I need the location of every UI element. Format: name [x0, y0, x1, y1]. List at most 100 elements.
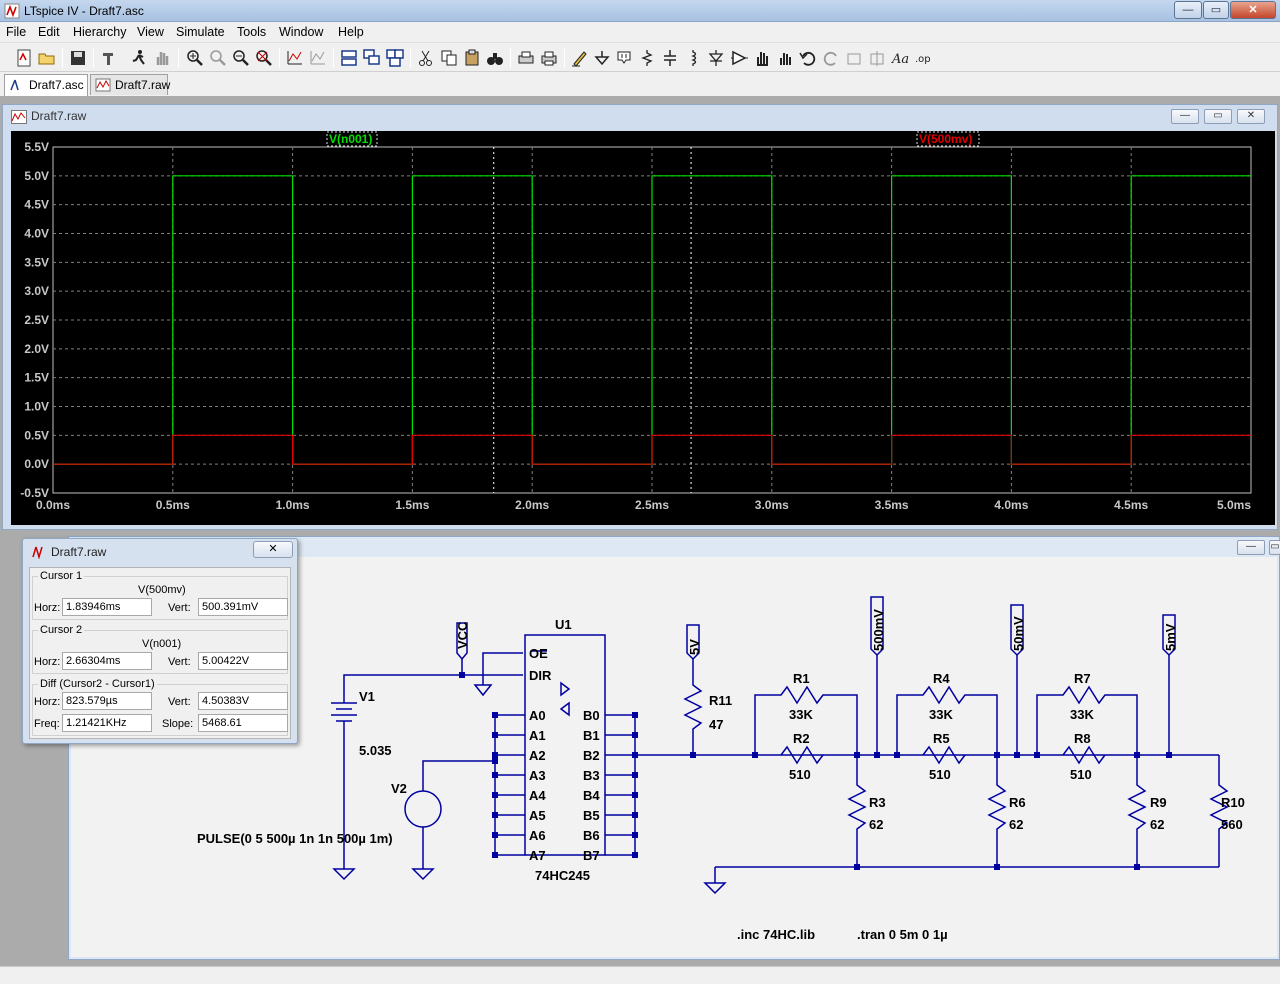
ltspice-dialog-icon [32, 546, 43, 559]
v1-value: 5.035 [359, 743, 392, 758]
menu-hierarchy[interactable]: Hierarchy [73, 25, 127, 39]
x-tick-label: 1.0ms [276, 498, 310, 512]
capacitor-icon[interactable] [660, 48, 680, 68]
cursor-dialog-close-button[interactable]: ✕ [253, 541, 293, 558]
status-bar [0, 966, 1280, 984]
menu-edit[interactable]: Edit [38, 25, 60, 39]
flag-50mv-label: 50mV [1011, 616, 1026, 651]
resistor-icon[interactable] [637, 48, 657, 68]
tile-vertical-icon[interactable] [385, 48, 405, 68]
label-net-icon[interactable] [614, 48, 634, 68]
save-icon[interactable] [68, 48, 88, 68]
menu-simulate[interactable]: Simulate [176, 25, 225, 39]
delete-trace-icon[interactable] [308, 48, 328, 68]
paste-icon[interactable] [462, 48, 482, 68]
r3-label: R3 [869, 795, 886, 810]
menu-window[interactable]: Window [279, 25, 323, 39]
zoom-in-icon[interactable] [185, 48, 205, 68]
trace-label-0[interactable]: V(n001) [329, 132, 372, 146]
tile-horizontal-icon[interactable] [339, 48, 359, 68]
diff-vert-field[interactable]: 4.50383V [198, 692, 288, 710]
cursor2-horz-field[interactable]: 2.66304ms [62, 652, 152, 670]
cascade-icon[interactable] [362, 48, 382, 68]
text-icon[interactable]: Aa [890, 48, 910, 68]
run-icon[interactable] [129, 48, 149, 68]
waveform-close-button[interactable]: ✕ [1237, 109, 1265, 124]
r1-value: 33K [789, 707, 813, 722]
pin-b6: B6 [583, 828, 600, 843]
redo-icon[interactable] [821, 48, 841, 68]
cursor2-vert-field[interactable]: 5.00422V [198, 652, 288, 670]
r9-label: R9 [1150, 795, 1167, 810]
y-tick-label: 4.0V [24, 227, 49, 241]
print-setup-icon[interactable] [516, 48, 536, 68]
copy-icon[interactable] [439, 48, 459, 68]
x-tick-label: 3.5ms [875, 498, 909, 512]
tran-directive[interactable]: .tran 0 5m 0 1µ [857, 927, 948, 942]
waveform-plot[interactable]: 0.0ms 0.5ms 1.0ms 1.5ms 2.0ms 2.5ms 3.0ms 3.5ms… [11, 131, 1275, 525]
x-tick-label: 2.0ms [515, 498, 549, 512]
spice-directive-icon[interactable]: .op [913, 48, 933, 68]
window-title: LTspice IV - Draft7.asc [24, 4, 144, 18]
maximize-button[interactable]: ▭ [1203, 1, 1229, 19]
control-panel-hammer-icon[interactable] [99, 48, 119, 68]
r8-label: R8 [1074, 731, 1091, 746]
menu-tools[interactable]: Tools [237, 25, 266, 39]
diff-freq-field[interactable]: 1.21421KHz [62, 714, 152, 732]
cut-icon[interactable] [416, 48, 436, 68]
new-schematic-icon[interactable] [14, 48, 34, 68]
y-tick-label: 4.5V [24, 198, 49, 212]
schematic-restore-button[interactable]: ▭ [1269, 540, 1280, 555]
mirror-icon[interactable] [867, 48, 887, 68]
r1-label: R1 [793, 671, 810, 686]
inductor-icon[interactable] [683, 48, 703, 68]
rotate-icon[interactable] [844, 48, 864, 68]
zoom-full-icon[interactable] [254, 48, 274, 68]
pin-b1: B1 [583, 728, 600, 743]
autorange-icon[interactable] [285, 48, 305, 68]
y-tick-label: -0.5V [20, 486, 49, 500]
diff-horz-field[interactable]: 823.579µs [62, 692, 152, 710]
diff-slope-field[interactable]: 5468.61 [198, 714, 288, 732]
minimize-button[interactable]: — [1174, 1, 1202, 19]
cursor-dialog-body: Cursor 1 V(500mv) Horz: 1.83946ms Vert: … [29, 567, 291, 739]
halt-hand-icon[interactable] [152, 48, 172, 68]
menu-help[interactable]: Help [338, 25, 364, 39]
waveform-restore-button[interactable]: ▭ [1204, 109, 1232, 124]
x-tick-label: 4.5ms [1114, 498, 1148, 512]
draw-wire-pencil-icon[interactable] [570, 48, 590, 68]
schematic-minimize-button[interactable]: — [1237, 540, 1265, 555]
tab-draft7-raw[interactable]: Draft7.raw [90, 74, 170, 95]
ltspice-app-icon [4, 3, 20, 19]
svg-text:Aa: Aa [891, 52, 909, 67]
y-tick-label: 5.0V [24, 169, 49, 183]
pan-icon[interactable] [208, 48, 228, 68]
find-binoculars-icon[interactable] [485, 48, 505, 68]
menu-bar: File Edit Hierarchy View Simulate Tools … [0, 22, 1280, 42]
cursor1-horz-field[interactable]: 1.83946ms [62, 598, 152, 616]
move-hand-icon[interactable] [752, 48, 772, 68]
ground-icon[interactable] [592, 48, 612, 68]
print-icon[interactable] [539, 48, 559, 68]
trace-label-1[interactable]: V(500mv) [919, 132, 972, 146]
r11-label: R11 [709, 693, 732, 708]
v2-pulse-value: PULSE(0 5 500µ 1n 1n 500µ 1m) [197, 831, 393, 846]
component-icon[interactable] [729, 48, 749, 68]
inc-directive[interactable]: .inc 74HC.lib [737, 927, 815, 942]
menu-view[interactable]: View [137, 25, 164, 39]
undo-icon[interactable] [798, 48, 818, 68]
r4-value: 33K [929, 707, 953, 722]
tab-draft7-asc[interactable]: Draft7.asc [4, 74, 88, 96]
drag-hand-icon[interactable] [775, 48, 795, 68]
diode-icon[interactable] [706, 48, 726, 68]
cursor1-vert-field[interactable]: 500.391mV [198, 598, 288, 616]
waveform-plot-svg[interactable]: 0.0ms 0.5ms 1.0ms 1.5ms 2.0ms 2.5ms 3.0ms 3.5ms… [11, 131, 1275, 525]
waveform-minimize-button[interactable]: — [1171, 109, 1199, 124]
zoom-out-icon[interactable] [231, 48, 251, 68]
open-folder-icon[interactable] [37, 48, 57, 68]
close-button[interactable]: ✕ [1230, 1, 1276, 19]
oe-pin-label: OE [529, 646, 548, 661]
pin-b5: B5 [583, 808, 600, 823]
r2-value: 510 [789, 767, 811, 782]
menu-file[interactable]: File [6, 25, 26, 39]
